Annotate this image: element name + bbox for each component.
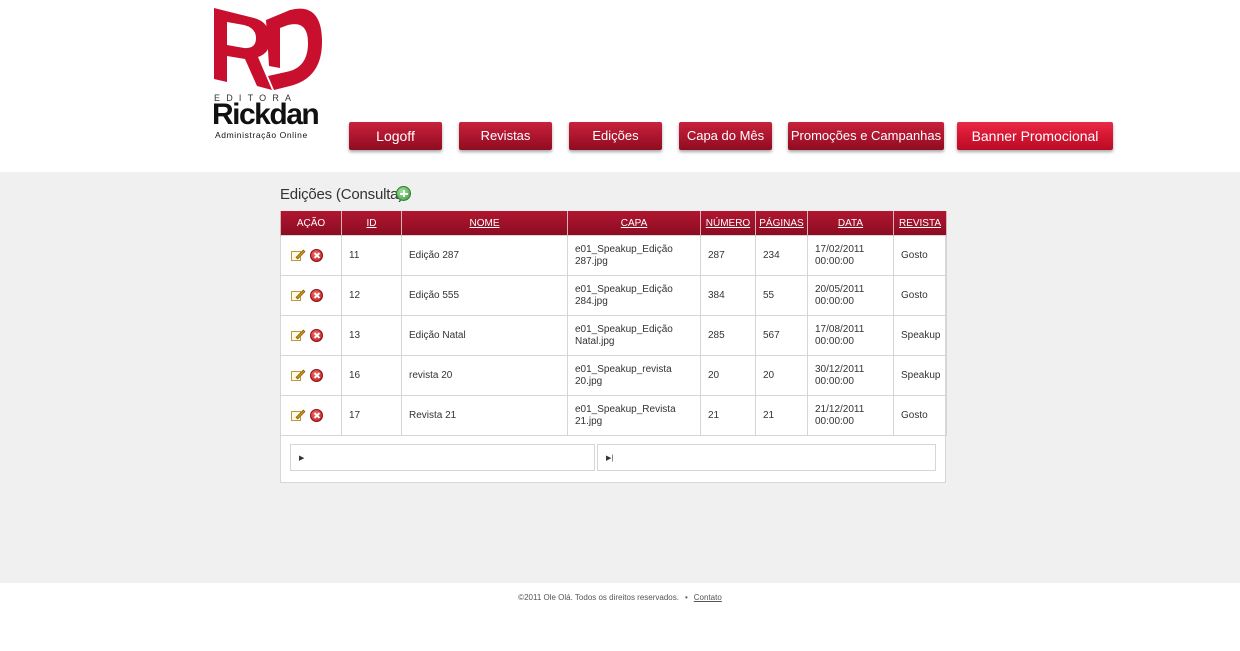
- pager-next-button[interactable]: ▶: [290, 444, 595, 471]
- col-header-paginas[interactable]: PÁGINAS: [755, 211, 808, 236]
- add-icon[interactable]: [396, 186, 411, 201]
- cell-data: 21/12/2011 00:00:00: [807, 395, 894, 436]
- cell-id: 16: [341, 355, 402, 396]
- table-row: 16 revista 20 e01_Speakup_revista 20.jpg…: [280, 355, 947, 396]
- cell-capa: e01_Speakup_Edição Natal.jpg: [567, 315, 701, 356]
- cell-revista: Gosto: [893, 275, 947, 316]
- cell-nome: revista 20: [401, 355, 568, 396]
- delete-icon[interactable]: [310, 248, 323, 262]
- row-actions: [280, 315, 342, 356]
- cell-numero: 384: [700, 275, 756, 316]
- nav-logoff-button[interactable]: Logoff: [349, 122, 442, 150]
- delete-icon[interactable]: [310, 288, 323, 302]
- logo-name: Rickdan: [212, 98, 320, 131]
- cell-nome: Edição 287: [401, 235, 568, 276]
- cell-paginas: 20: [755, 355, 808, 396]
- cell-id: 17: [341, 395, 402, 436]
- cell-numero: 20: [700, 355, 756, 396]
- cell-numero: 21: [700, 395, 756, 436]
- table-row: 11 Edição 287 e01_Speakup_Edição 287.jpg…: [280, 235, 947, 276]
- copyright-text: ©2011 Ole Olá. Todos os direitos reserva…: [518, 593, 679, 602]
- cell-nome: Revista 21: [401, 395, 568, 436]
- col-header-revista[interactable]: REVISTA: [893, 211, 947, 236]
- delete-icon[interactable]: [310, 408, 323, 422]
- nav-revistas-button[interactable]: Revistas: [459, 122, 552, 150]
- cell-data: 20/05/2011 00:00:00: [807, 275, 894, 316]
- cell-paginas: 567: [755, 315, 808, 356]
- cell-paginas: 234: [755, 235, 808, 276]
- editions-grid: AÇÃO ID NOME CAPA NÚMERO PÁGINAS DATA RE…: [280, 211, 947, 483]
- cell-capa: e01_Speakup_revista 20.jpg: [567, 355, 701, 396]
- table-row: 17 Revista 21 e01_Speakup_Revista 21.jpg…: [280, 395, 947, 436]
- row-actions: [280, 275, 342, 316]
- delete-icon[interactable]: [310, 328, 323, 342]
- delete-icon[interactable]: [310, 368, 323, 382]
- cell-paginas: 21: [755, 395, 808, 436]
- cell-capa: e01_Speakup_Revista 21.jpg: [567, 395, 701, 436]
- edit-icon[interactable]: [291, 369, 306, 382]
- next-page-icon: ▶: [299, 455, 305, 462]
- table-header-row: AÇÃO ID NOME CAPA NÚMERO PÁGINAS DATA RE…: [280, 211, 947, 236]
- cell-id: 13: [341, 315, 402, 356]
- logo-tagline: Administração Online: [215, 130, 308, 140]
- row-actions: [280, 235, 342, 276]
- cell-id: 12: [341, 275, 402, 316]
- footer: ©2011 Ole Olá. Todos os direitos reserva…: [0, 583, 1240, 651]
- table-row: 12 Edição 555 e01_Speakup_Edição 284.jpg…: [280, 275, 947, 316]
- cell-revista: Gosto: [893, 395, 947, 436]
- cell-nome: Edição 555: [401, 275, 568, 316]
- table-row: 13 Edição Natal e01_Speakup_Edição Natal…: [280, 315, 947, 356]
- nav-banner-button[interactable]: Banner Promocional: [957, 122, 1113, 150]
- col-header-id[interactable]: ID: [341, 211, 402, 236]
- main-content: Edições (Consulta) AÇÃO ID NOME CAPA NÚM…: [0, 172, 1240, 583]
- pager-last-button[interactable]: ▶|: [597, 444, 936, 471]
- nav-edicoes-button[interactable]: Edições: [569, 122, 662, 150]
- cell-id: 11: [341, 235, 402, 276]
- cell-capa: e01_Speakup_Edição 284.jpg: [567, 275, 701, 316]
- edit-icon[interactable]: [291, 289, 306, 302]
- cell-numero: 285: [700, 315, 756, 356]
- contato-link[interactable]: Contato: [694, 593, 722, 602]
- last-page-icon: ▶|: [606, 455, 614, 462]
- col-header-capa[interactable]: CAPA: [567, 211, 701, 236]
- cell-revista: Gosto: [893, 235, 947, 276]
- logo: EDITORA Rickdan Administração Online: [212, 8, 327, 143]
- cell-data: 17/02/2011 00:00:00: [807, 235, 894, 276]
- editions-table: AÇÃO ID NOME CAPA NÚMERO PÁGINAS DATA RE…: [280, 211, 947, 436]
- col-header-data[interactable]: DATA: [807, 211, 894, 236]
- edit-icon[interactable]: [291, 409, 306, 422]
- cell-numero: 287: [700, 235, 756, 276]
- row-actions: [280, 395, 342, 436]
- row-actions: [280, 355, 342, 396]
- cell-revista: Speakup: [893, 315, 947, 356]
- col-header-acao: AÇÃO: [280, 211, 342, 236]
- header: EDITORA Rickdan Administração Online Log…: [0, 0, 1240, 172]
- col-header-nome[interactable]: NOME: [401, 211, 568, 236]
- footer-separator: •: [684, 593, 688, 602]
- footer-text: ©2011 Ole Olá. Todos os direitos reserva…: [0, 593, 1240, 602]
- cell-data: 17/08/2011 00:00:00: [807, 315, 894, 356]
- nav-promocoes-button[interactable]: Promoções e Campanhas: [788, 122, 944, 150]
- cell-paginas: 55: [755, 275, 808, 316]
- page-title: Edições (Consulta): [280, 186, 404, 203]
- nav-capa-do-mes-button[interactable]: Capa do Mês: [679, 122, 772, 150]
- cell-nome: Edição Natal: [401, 315, 568, 356]
- edit-icon[interactable]: [291, 249, 306, 262]
- rd-logo-mark: [214, 8, 322, 90]
- cell-capa: e01_Speakup_Edição 287.jpg: [567, 235, 701, 276]
- cell-revista: Speakup: [893, 355, 947, 396]
- edit-icon[interactable]: [291, 329, 306, 342]
- col-header-numero[interactable]: NÚMERO: [700, 211, 756, 236]
- cell-data: 30/12/2011 00:00:00: [807, 355, 894, 396]
